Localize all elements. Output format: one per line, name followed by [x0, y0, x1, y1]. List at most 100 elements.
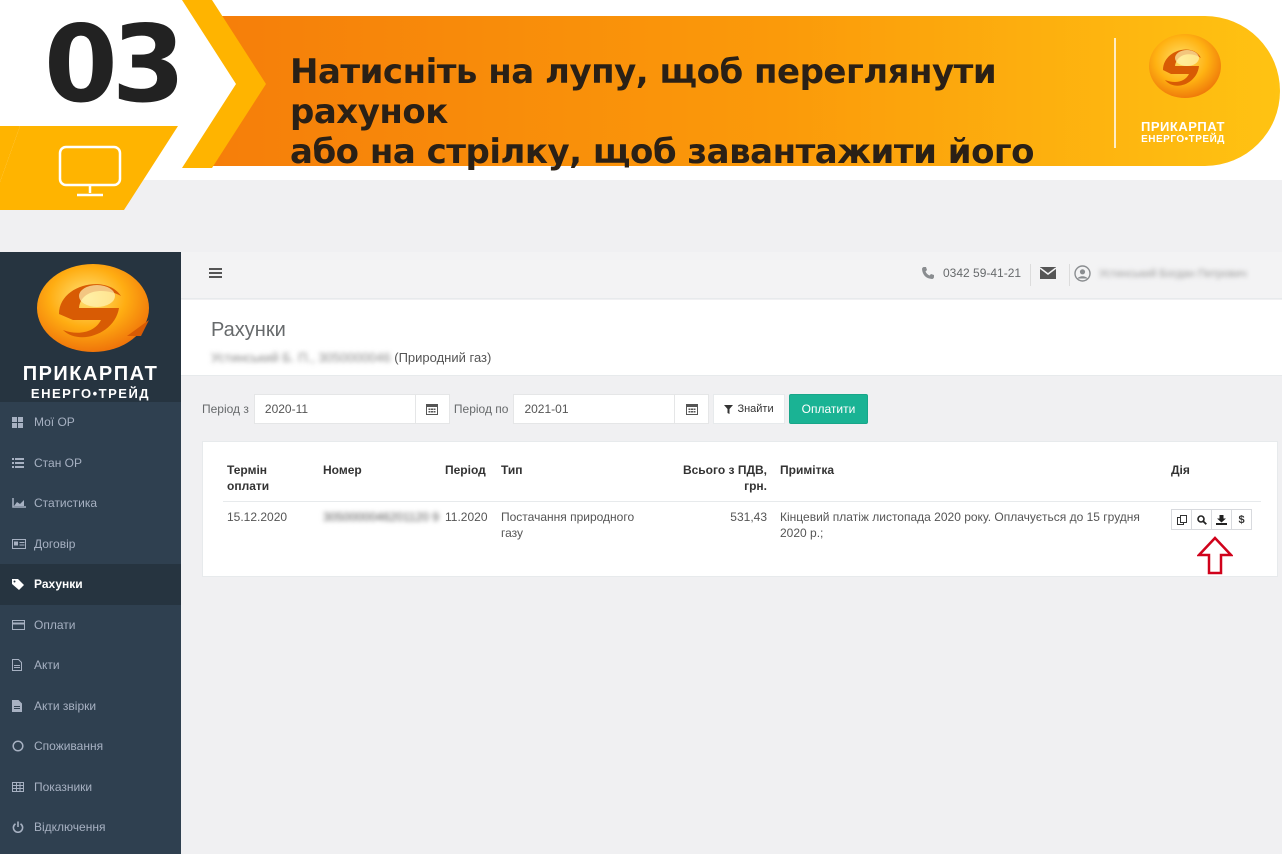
sidebar-item-statistics[interactable]: Статистика	[0, 483, 181, 524]
sidebar-item-readings[interactable]: Показники	[0, 767, 181, 808]
cell-type-line-1: Постачання природного	[501, 510, 635, 524]
column-header-due-line-2: оплати	[227, 479, 270, 493]
grid-icon	[12, 416, 30, 428]
column-header-total-line-2: грн.	[744, 479, 767, 493]
period-to-input[interactable]: 2021-01	[513, 394, 676, 424]
column-header-note: Примітка	[780, 463, 835, 477]
id-card-icon	[12, 538, 30, 549]
account-holder: Устинський Б. П., 3050000046	[211, 350, 391, 365]
page-title: Рахунки	[211, 319, 286, 341]
sidebar-logo-line-1: ПРИКАРПАТ	[22, 363, 159, 385]
user-menu[interactable]: Устинський Богдан Петрович	[1074, 265, 1247, 282]
instruction-text: Натисніть на лупу, щоб переглянути рахун…	[290, 52, 1110, 172]
find-button-label: Знайти	[737, 403, 774, 415]
column-header-type: Тип	[501, 463, 523, 477]
sidebar-logo[interactable]: ПРИКАРПАТ ЕНЕРГО•ТРЕЙД	[0, 252, 181, 402]
instruction-line-2: або на стрілку, щоб завантажити його	[290, 132, 1035, 172]
sidebar: ПРИКАРПАТ ЕНЕРГО•ТРЕЙД Мої ОР Стан ОР Ст…	[0, 252, 181, 854]
sidebar-item-label: Рахунки	[34, 577, 83, 592]
dollar-icon: $	[1238, 513, 1245, 526]
column-header-total-line-1: Всього з ПДВ,	[682, 463, 767, 477]
download-icon	[1216, 514, 1227, 525]
column-header-due-line-1: Термін	[227, 463, 268, 477]
sidebar-item-consumption[interactable]: Споживання	[0, 726, 181, 767]
calendar-icon[interactable]	[415, 394, 450, 424]
table-icon	[12, 781, 30, 792]
sidebar-item-label: Споживання	[34, 739, 104, 754]
period-from-label: Період з	[202, 402, 249, 416]
sidebar-item-disconnections[interactable]: Відключення	[0, 807, 181, 848]
cell-period: 11.2020	[445, 510, 488, 524]
column-header-period: Період	[445, 463, 486, 477]
sidebar-item-label: Стан ОР	[34, 455, 82, 470]
user-circle-icon	[1074, 265, 1091, 282]
menu-toggle-icon[interactable]	[209, 266, 223, 284]
sidebar-item-label: Оплати	[34, 617, 76, 632]
period-from-input[interactable]: 2020-11	[253, 394, 416, 424]
find-button[interactable]: Знайти	[713, 394, 785, 424]
cell-total: 531,43	[730, 510, 767, 524]
instruction-line-1: Натисніть на лупу, щоб переглянути рахун…	[290, 52, 997, 132]
circle-icon	[12, 740, 30, 752]
banner-divider	[1114, 38, 1116, 148]
cell-number: 3050000046201120 9	[323, 510, 439, 524]
cell-note-line-2: 2020 р.;	[780, 526, 824, 540]
power-icon	[12, 821, 30, 834]
sidebar-item-label: Показники	[34, 779, 93, 794]
sidebar-item-label: Мої ОР	[34, 415, 75, 430]
column-header-number: Номер	[323, 463, 362, 477]
sidebar-item-label: Акти	[34, 658, 60, 673]
support-phone[interactable]: 0342 59-41-21	[921, 266, 1021, 280]
banner-brand-name-2: ЕНЕРГО•ТРЕЙД	[1141, 134, 1225, 145]
brand-e-logo-icon	[1149, 34, 1221, 98]
step-number: 03	[44, 3, 185, 126]
sidebar-item-label: Відключення	[34, 820, 106, 835]
arrow-up-icon	[1197, 536, 1233, 575]
cell-note: Кінцевий платіж листопада 2020 року. Опл…	[780, 509, 1160, 541]
chart-icon	[12, 498, 30, 508]
search-icon	[1196, 514, 1207, 525]
tags-icon	[12, 578, 30, 590]
cell-type: Постачання природного газу	[501, 509, 651, 541]
banner-brand-logo: ПРИКАРПАТ ЕНЕРГО•ТРЕЙД	[1128, 28, 1238, 145]
sidebar-item-invoices[interactable]: Рахунки	[0, 564, 181, 605]
monitor-icon	[58, 145, 122, 197]
sidebar-item-or-status[interactable]: Стан ОР	[0, 443, 181, 484]
user-name: Устинський Богдан Петрович	[1099, 267, 1247, 280]
list-icon	[12, 457, 30, 468]
sidebar-item-contract[interactable]: Договір	[0, 524, 181, 565]
sidebar-item-payments[interactable]: Оплати	[0, 605, 181, 646]
column-header-action: Дія	[1171, 463, 1190, 477]
phone-icon	[922, 267, 934, 279]
column-header-total: Всього з ПДВ, грн.	[673, 462, 767, 494]
cell-due: 15.12.2020	[227, 510, 288, 524]
pay-button[interactable]: Оплатити	[788, 394, 869, 424]
pay-invoice-button[interactable]: $	[1231, 509, 1252, 530]
sidebar-item-label: Статистика	[34, 496, 98, 511]
download-invoice-button[interactable]	[1211, 509, 1232, 530]
cell-note-line-1: Кінцевий платіж листопада 2020 року. Опл…	[780, 510, 1140, 524]
credit-card-icon	[12, 619, 30, 630]
messages-icon[interactable]	[1039, 266, 1057, 285]
view-invoice-button[interactable]	[1191, 509, 1212, 530]
header-divider	[223, 501, 1261, 502]
column-header-due: Термін оплати	[227, 462, 269, 494]
period-to-label: Період по	[453, 402, 509, 416]
row-actions: $	[1171, 509, 1252, 530]
calendar-icon[interactable]	[675, 394, 710, 424]
invoices-panel: Термін оплати Номер Період Тип Всього з …	[202, 441, 1278, 577]
sidebar-item-reconciliation-acts[interactable]: Акти звірки	[0, 686, 181, 727]
period-filter: Період з 2020-11 Період по 2021-01 Знайт…	[202, 394, 869, 424]
sidebar-item-acts[interactable]: Акти	[0, 645, 181, 686]
file-icon	[12, 659, 30, 672]
copy-button[interactable]	[1171, 509, 1192, 530]
copy-icon	[1176, 514, 1187, 525]
file-text-icon	[12, 699, 30, 712]
account-subtitle: Устинський Б. П., 3050000046 (Природний …	[211, 350, 491, 365]
sidebar-item-my-or[interactable]: Мої ОР	[0, 402, 181, 443]
sidebar-item-label: Договір	[34, 536, 76, 551]
phone-number: 0342 59-41-21	[943, 266, 1022, 280]
cell-type-line-2: газу	[501, 526, 524, 540]
topbar-divider	[1069, 264, 1070, 286]
brand-e-logo-icon	[36, 264, 149, 352]
